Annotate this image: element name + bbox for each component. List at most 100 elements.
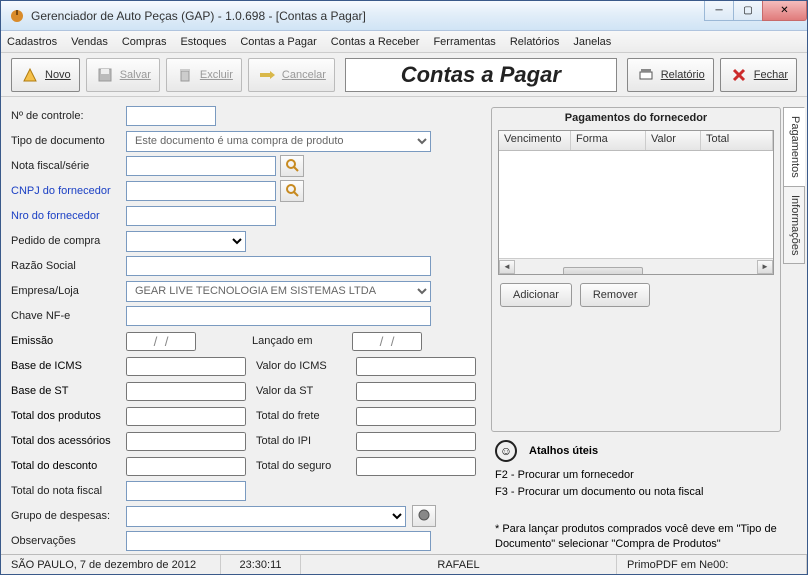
pedido-compra-label: Pedido de compra: [11, 235, 126, 247]
base-icms-label: Base de ICMS: [11, 360, 126, 372]
col-vencimento[interactable]: Vencimento: [499, 131, 571, 150]
razao-social-input[interactable]: [126, 256, 431, 276]
total-produtos-input[interactable]: [126, 407, 246, 426]
search-icon: [285, 183, 299, 200]
relatorio-label: Relatório: [661, 69, 705, 81]
total-ipi-input[interactable]: [356, 432, 476, 451]
form-area: Nº de controle: Tipo de documento Este d…: [11, 105, 481, 554]
chave-nfe-label: Chave NF-e: [11, 310, 126, 322]
status-time: 23:30:11: [221, 555, 301, 574]
shortcut-note: * Para lançar produtos comprados você de…: [495, 522, 777, 552]
page-title: Contas a Pagar: [401, 62, 561, 88]
tab-informacoes[interactable]: Informações: [783, 186, 805, 265]
grid-scrollbar[interactable]: ◄ ►: [499, 258, 773, 274]
empresa-loja-label: Empresa/Loja: [11, 285, 126, 297]
excluir-button[interactable]: Excluir: [166, 58, 242, 92]
grid-header: Vencimento Forma Valor Total: [499, 131, 773, 151]
shortcuts-panel: ☺ Atalhos úteis F2 - Procurar um fornece…: [491, 440, 781, 554]
minimize-button[interactable]: ─: [704, 1, 734, 21]
pagamentos-grid[interactable]: Vencimento Forma Valor Total ◄ ►: [498, 130, 774, 275]
nota-fiscal-lookup-button[interactable]: [280, 155, 304, 177]
fechar-button[interactable]: Fechar: [720, 58, 797, 92]
close-button[interactable]: ✕: [762, 1, 807, 21]
grupo-despesas-label: Grupo de despesas:: [11, 510, 126, 522]
menu-ferramentas[interactable]: Ferramentas: [433, 36, 495, 48]
salvar-button[interactable]: Salvar: [86, 58, 160, 92]
grupo-despesas-button[interactable]: [412, 505, 436, 527]
base-icms-input[interactable]: [126, 357, 246, 376]
total-frete-input[interactable]: [356, 407, 476, 426]
scroll-left-icon[interactable]: ◄: [499, 260, 515, 274]
nota-fiscal-input[interactable]: [126, 156, 276, 176]
total-desconto-label: Total do desconto: [11, 460, 126, 472]
novo-icon: [20, 65, 40, 85]
tipo-documento-select[interactable]: Este documento é uma compra de produto: [126, 131, 431, 152]
salvar-icon: [95, 65, 115, 85]
menu-vendas[interactable]: Vendas: [71, 36, 108, 48]
col-valor[interactable]: Valor: [646, 131, 701, 150]
excluir-icon: [175, 65, 195, 85]
nro-controle-input[interactable]: [126, 106, 216, 126]
chave-nfe-input[interactable]: [126, 306, 431, 326]
empresa-loja-select[interactable]: GEAR LIVE TECNOLOGIA EM SISTEMAS LTDA: [126, 281, 431, 302]
tab-pagamentos[interactable]: Pagamentos: [783, 107, 805, 187]
relatorio-icon: [636, 65, 656, 85]
adicionar-button[interactable]: Adicionar: [500, 283, 572, 307]
cancelar-label: Cancelar: [282, 69, 326, 81]
menu-estoques[interactable]: Estoques: [180, 36, 226, 48]
pagamentos-title: Pagamentos do fornecedor: [492, 108, 780, 128]
emissao-input[interactable]: [126, 332, 196, 351]
tipo-documento-label: Tipo de documento: [11, 135, 126, 147]
total-acessorios-input[interactable]: [126, 432, 246, 451]
total-desconto-input[interactable]: [126, 457, 246, 476]
total-acessorios-label: Total dos acessórios: [11, 435, 126, 447]
excluir-label: Excluir: [200, 69, 233, 81]
shortcut-f2: F2 - Procurar um fornecedor: [495, 468, 777, 483]
emissao-label: Emissão: [11, 335, 126, 347]
statusbar: SÃO PAULO, 7 de dezembro de 2012 23:30:1…: [1, 554, 807, 574]
observacoes-input[interactable]: [126, 531, 431, 551]
col-forma[interactable]: Forma: [571, 131, 646, 150]
cnpj-lookup-button[interactable]: [280, 180, 304, 202]
cancelar-button[interactable]: Cancelar: [248, 58, 335, 92]
menu-janelas[interactable]: Janelas: [573, 36, 611, 48]
salvar-label: Salvar: [120, 69, 151, 81]
valor-st-label: Valor da ST: [256, 385, 356, 397]
menu-contas-pagar[interactable]: Contas a Pagar: [240, 36, 316, 48]
lancado-input[interactable]: [352, 332, 422, 351]
scroll-thumb[interactable]: [563, 267, 643, 276]
scroll-right-icon[interactable]: ►: [757, 260, 773, 274]
maximize-button[interactable]: ▢: [733, 1, 763, 21]
cnpj-fornecedor-input[interactable]: [126, 181, 276, 201]
nro-fornecedor-input[interactable]: [126, 206, 276, 226]
total-seguro-input[interactable]: [356, 457, 476, 476]
pedido-compra-select[interactable]: [126, 231, 246, 252]
window-title: Gerenciador de Auto Peças (GAP) - 1.0.69…: [31, 9, 366, 23]
novo-button[interactable]: Novo: [11, 58, 80, 92]
base-st-input[interactable]: [126, 382, 246, 401]
menubar: Cadastros Vendas Compras Estoques Contas…: [1, 31, 807, 53]
relatorio-button[interactable]: Relatório: [627, 58, 714, 92]
status-user: RAFAEL: [301, 555, 617, 574]
search-icon: [285, 158, 299, 175]
valor-st-input[interactable]: [356, 382, 476, 401]
total-nota-label: Total do nota fiscal: [11, 485, 126, 497]
app-window: Gerenciador de Auto Peças (GAP) - 1.0.69…: [0, 0, 808, 575]
shortcuts-title: Atalhos úteis: [529, 445, 598, 457]
menu-contas-receber[interactable]: Contas a Receber: [331, 36, 420, 48]
menu-cadastros[interactable]: Cadastros: [7, 36, 57, 48]
menu-relatorios[interactable]: Relatórios: [510, 36, 560, 48]
cnpj-fornecedor-label: CNPJ do fornecedor: [11, 185, 126, 197]
menu-compras[interactable]: Compras: [122, 36, 167, 48]
side-tabs: Pagamentos Informações: [783, 107, 805, 554]
remover-button[interactable]: Remover: [580, 283, 651, 307]
cancelar-icon: [257, 65, 277, 85]
total-frete-label: Total do frete: [256, 410, 356, 422]
fechar-label: Fechar: [754, 69, 788, 81]
grupo-despesas-select[interactable]: [126, 506, 406, 527]
content-area: Nº de controle: Tipo de documento Este d…: [1, 97, 807, 554]
col-total[interactable]: Total: [701, 131, 773, 150]
total-nota-input[interactable]: [126, 481, 246, 501]
valor-icms-input[interactable]: [356, 357, 476, 376]
valor-icms-label: Valor do ICMS: [256, 360, 356, 372]
